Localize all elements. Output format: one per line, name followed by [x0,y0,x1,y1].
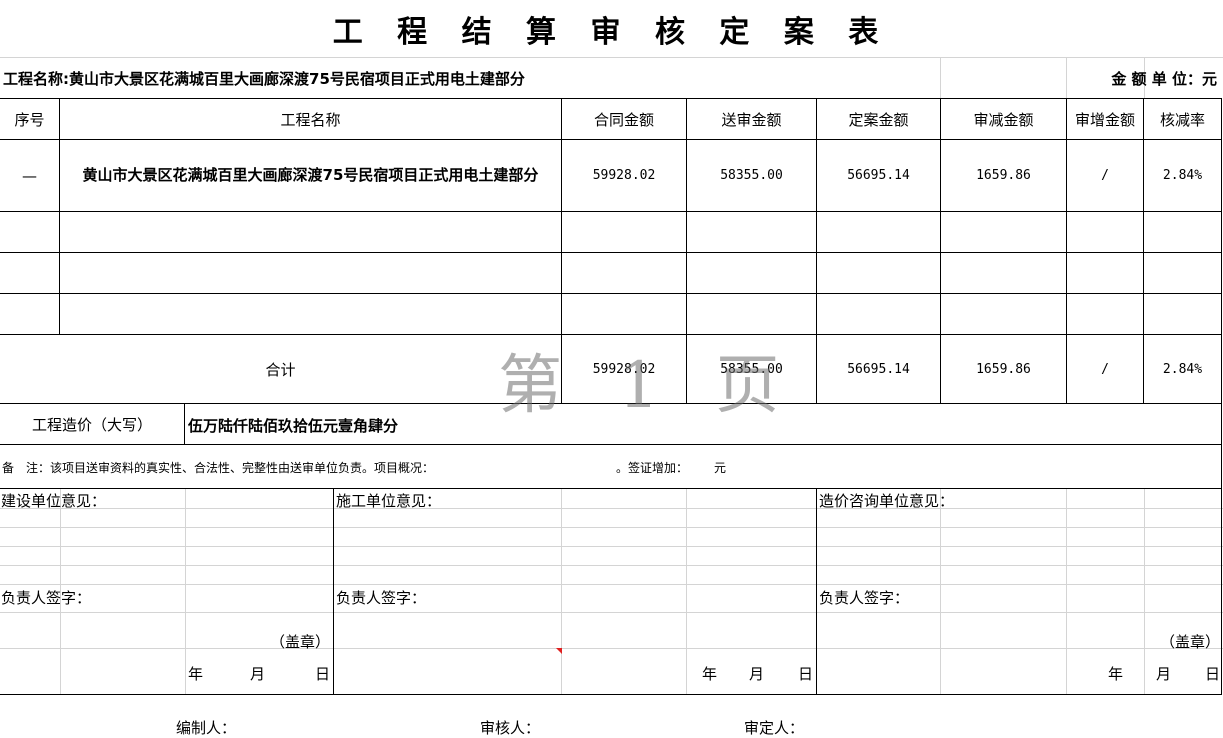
owner-date-year: 年 [188,665,204,683]
gridline [1066,58,1067,98]
gridline [185,488,186,694]
gridline [0,57,1223,58]
consultant-date-month: 月 [1156,665,1172,683]
row-increased-amount: / [1101,168,1109,183]
contractor-date-month: 月 [749,665,765,683]
total-reduced-amount: 1659.86 [976,361,1031,377]
gridline [1066,488,1067,694]
contractor-date-year: 年 [702,665,718,683]
table-border [333,488,334,695]
gridline [0,584,1223,585]
row-reduction-rate: 2.84% [1162,168,1203,183]
contractor-signature-label: 负责人签字： [336,589,427,607]
consultant-seal-label: （盖章） [1160,633,1221,651]
gridline [0,612,1223,613]
project-name-value: 黄山市大景区花满城百里大画廊深渡75号民宿项目正式用电土建部分 [69,70,525,88]
header-final-amount: 定案金额 [848,110,909,129]
header-project-name: 工程名称 [280,110,341,129]
contractor-opinion-title: 施工单位意见： [336,492,442,510]
total-label: 合计 [265,360,296,379]
gridline [0,565,1223,566]
owner-signature-label: 负责人签字： [1,589,92,607]
consultant-date-year: 年 [1108,665,1124,683]
gridline [940,488,941,694]
table-border [0,488,1222,489]
table-border [0,252,1222,253]
row-project-name: 黄山市大景区花满城百里大画廊深渡75号民宿项目正式用电土建部分 [82,166,539,184]
cost-words-value: 伍万陆仟陆佰玖拾伍元壹角肆分 [188,417,399,435]
row-reduced-amount: 1659.86 [976,168,1031,183]
cost-words-label: 工程造价（大写） [31,415,152,434]
total-contract-amount: 59928.02 [592,361,656,377]
gridline [1144,488,1145,694]
consultant-date-day: 日 [1205,665,1221,683]
amount-unit: 金 额 单 位：元 [1111,70,1217,88]
gridline [0,527,1223,528]
row-index: — [22,166,37,185]
remark-text: 备 注：该项目送审资料的真实性、合法性、完整性由送审单位负责。项目概况： [2,461,435,475]
total-increased-amount: / [1101,361,1109,377]
owner-opinion-title: 建设单位意见： [1,492,107,510]
total-reduction-rate: 2.84% [1162,361,1203,377]
table-border [0,211,1222,212]
consultant-opinion-title: 造价咨询单位意见： [819,492,955,510]
total-submitted-amount: 58355.00 [720,361,783,377]
owner-date-day: 日 [315,665,331,683]
header-reduced-amount: 审减金额 [973,110,1034,129]
table-border [0,694,1222,695]
consultant-signature-label: 负责人签字： [819,589,910,607]
gridline [0,648,1223,649]
header-contract-amount: 合同金额 [593,110,654,129]
table-border [816,488,817,695]
table-border [1221,98,1222,695]
visa-label: 。签证增加： [616,461,689,475]
header-reduction-rate: 核减率 [1159,110,1205,129]
contractor-date-day: 日 [798,665,814,683]
gridline [561,488,562,694]
total-final-amount: 56695.14 [847,361,910,377]
header-index: 序号 [14,110,45,129]
gridline [686,488,687,694]
header-increased-amount: 审增金额 [1074,110,1135,129]
table-border [184,403,185,445]
row-contract-amount: 59928.02 [592,168,656,183]
header-submitted-amount: 送审金额 [721,110,782,129]
table-border [0,293,1222,294]
owner-seal-label: （盖章） [270,633,331,651]
gridline [0,508,1223,509]
gridline [940,58,941,98]
row-submitted-amount: 58355.00 [720,168,783,183]
comment-marker-icon [556,648,562,654]
owner-date-month: 月 [250,665,266,683]
row-final-amount: 56695.14 [847,168,910,183]
visa-unit: 元 [714,461,727,475]
project-name-label: 工程名称: [3,70,69,88]
project-name-line: 工程名称:黄山市大景区花满城百里大画廊深渡75号民宿项目正式用电土建部分 [3,68,525,89]
gridline [0,546,1223,547]
document-title: 工 程 结 算 审 核 定 案 表 [332,15,891,50]
